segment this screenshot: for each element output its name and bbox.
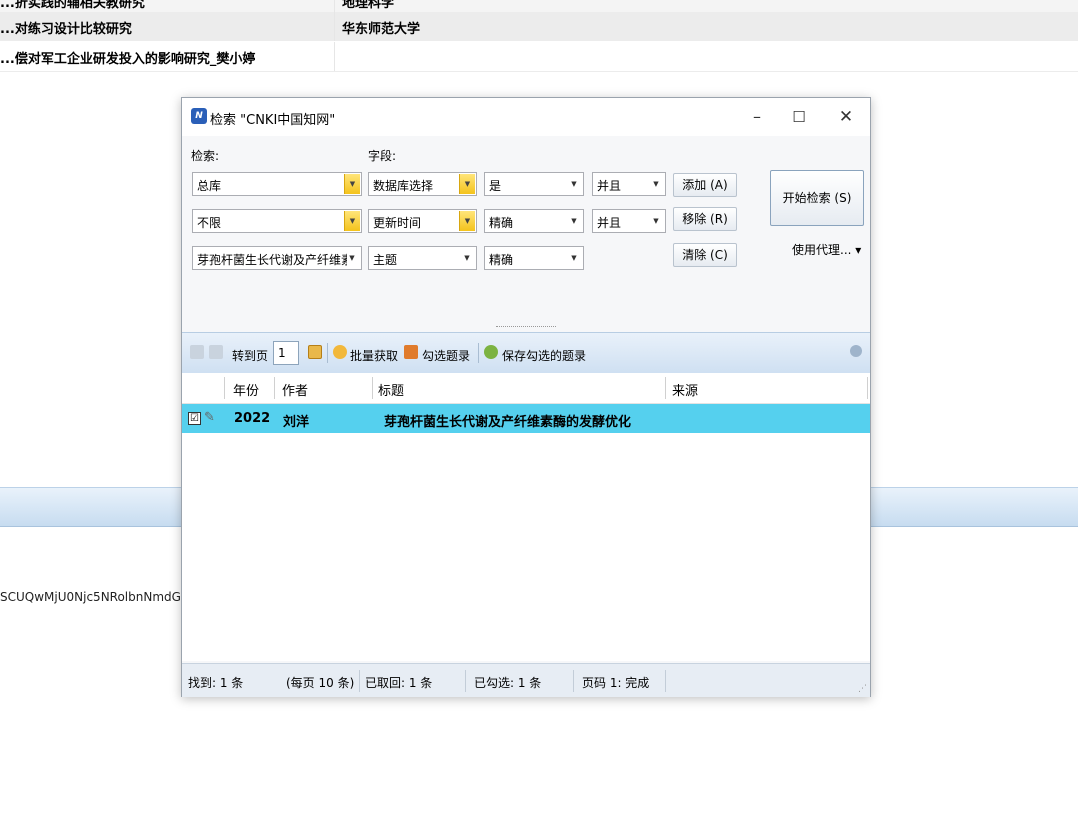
combo-value: 不限 <box>197 216 222 230</box>
chevron-down-icon[interactable]: ▼ <box>567 248 581 268</box>
status-bar: 找到: 1 条 (每页 10 条) 已取回: 1 条 已勾选: 1 条 页码 1… <box>182 663 870 697</box>
match-combo-1[interactable]: 是 ▼ <box>484 172 584 196</box>
combo-value: 精确 <box>489 216 514 230</box>
match-combo-2[interactable]: 精确 ▼ <box>484 209 584 233</box>
chevron-down-icon[interactable]: ▼ <box>344 174 360 194</box>
combo-value: 数据库选择 <box>373 179 434 193</box>
previous-page-icon[interactable] <box>209 345 223 359</box>
chevron-down-icon[interactable]: ▼ <box>649 174 663 194</box>
search-term-combo-2[interactable]: 不限 ▼ <box>192 209 362 233</box>
page-number-input[interactable]: 1 <box>273 341 299 365</box>
background-table-row[interactable]: ...对练习设计比较研究 华东师范大学 <box>0 12 1078 41</box>
column-source[interactable]: 来源 <box>672 380 698 399</box>
clear-button[interactable]: 清除 (C) <box>673 243 737 267</box>
cell-author: 刘洋 <box>283 415 310 430</box>
close-button[interactable]: ✕ <box>825 103 867 131</box>
go-page-icon[interactable] <box>308 345 322 359</box>
background-cell-source: 地理科学 <box>342 0 395 11</box>
combo-value: 主题 <box>373 253 398 267</box>
chevron-down-icon[interactable]: ▼ <box>567 211 581 231</box>
logic-combo-1[interactable]: 并且 ▼ <box>592 172 666 196</box>
background-code-text: SCUQwMjU0Njc5NRolbnNmdG: <box>0 590 185 604</box>
cnki-app-icon: N <box>191 108 207 124</box>
use-proxy-dropdown[interactable]: 使用代理... ▾ <box>792 241 861 258</box>
search-label: 检索: <box>191 149 220 163</box>
add-button[interactable]: 添加 (A) <box>673 173 737 197</box>
status-checked: 已勾选: 1 条 <box>474 676 542 690</box>
chevron-down-icon[interactable]: ▼ <box>567 174 581 194</box>
batch-fetch-button[interactable]: 批量获取 <box>350 347 398 364</box>
save-checked-records-button[interactable]: 保存勾选的题录 <box>502 347 586 364</box>
match-combo-3[interactable]: 精确 ▼ <box>484 246 584 270</box>
goto-page-label: 转到页 <box>232 349 269 363</box>
combo-value: 是 <box>489 179 502 193</box>
resize-grip-icon[interactable]: ⋰ <box>858 684 867 694</box>
cell-title: 芽孢杆菌生长代谢及产纤维素酶的发酵优化 <box>384 415 632 430</box>
grid-header: 年份 作者 标题 来源 <box>182 373 870 404</box>
status-per-page: (每页 10 条) <box>286 676 355 690</box>
combo-value: 并且 <box>597 179 622 193</box>
results-toolbar: 转到页 1 批量获取 勾选题录 保存勾选的题录 <box>182 332 870 374</box>
background-cell-source: 华东师范大学 <box>342 22 421 37</box>
background-cell-title: ...折实践的辅相关教研究 <box>0 0 145 11</box>
chevron-down-icon[interactable]: ▼ <box>459 211 475 231</box>
chevron-down-icon[interactable]: ▼ <box>649 211 663 231</box>
chevron-down-icon[interactable]: ▼ <box>344 211 360 231</box>
batch-fetch-icon[interactable] <box>333 345 347 359</box>
attachment-icon: ✎ <box>204 410 215 425</box>
combo-value: 总库 <box>197 179 222 193</box>
row-checkbox[interactable]: ☑ <box>188 412 201 425</box>
dialog-title: 检索 "CNKI中国知网" <box>210 113 336 128</box>
column-author[interactable]: 作者 <box>282 380 308 399</box>
search-term-combo-3[interactable]: 芽孢杆菌生长代谢及产纤维素 ▼ <box>192 246 362 270</box>
combo-value: 芽孢杆菌生长代谢及产纤维素 <box>197 253 347 267</box>
field-combo-2[interactable]: 更新时间 ▼ <box>368 209 477 233</box>
start-search-button[interactable]: 开始检索 (S) <box>770 170 864 226</box>
field-label: 字段: <box>368 149 397 163</box>
search-term-combo-1[interactable]: 总库 ▼ <box>192 172 362 196</box>
cnki-search-dialog: N 检索 "CNKI中国知网" – ☐ ✕ 检索: 字段: 总库 ▼ 数据库选择… <box>181 97 871 697</box>
maximize-button[interactable]: ☐ <box>778 103 820 131</box>
background-cell-title: ...对练习设计比较研究 <box>0 22 132 37</box>
chevron-down-icon[interactable]: ▼ <box>459 174 475 194</box>
save-records-icon[interactable] <box>484 345 498 359</box>
minimize-button[interactable]: – <box>736 103 778 131</box>
chevron-down-icon[interactable]: ▼ <box>460 248 474 268</box>
dialog-titlebar[interactable]: N 检索 "CNKI中国知网" – ☐ ✕ <box>182 98 870 136</box>
background-cell-title: ...偿对军工企业研发投入的影响研究_樊小婷 <box>0 52 256 67</box>
background-table-row[interactable]: ...偿对军工企业研发投入的影响研究_樊小婷 <box>0 42 1078 72</box>
status-page: 页码 1: 完成 <box>582 676 650 690</box>
field-combo-1[interactable]: 数据库选择 ▼ <box>368 172 477 196</box>
column-year[interactable]: 年份 <box>233 380 259 399</box>
status-fetched: 已取回: 1 条 <box>365 676 433 690</box>
remove-button[interactable]: 移除 (R) <box>673 207 737 231</box>
status-found: 找到: 1 条 <box>188 676 244 690</box>
check-records-icon[interactable] <box>404 345 418 359</box>
splitter-grip[interactable] <box>496 326 556 327</box>
table-row[interactable]: ☑ ✎ 2022 刘洋 芽孢杆菌生长代谢及产纤维素酶的发酵优化 <box>182 404 870 433</box>
combo-value: 精确 <box>489 253 514 267</box>
check-records-button[interactable]: 勾选题录 <box>422 347 470 364</box>
chevron-down-icon[interactable]: ▼ <box>345 248 359 268</box>
column-title[interactable]: 标题 <box>378 380 404 399</box>
field-combo-3[interactable]: 主题 ▼ <box>368 246 477 270</box>
first-page-icon[interactable] <box>190 345 204 359</box>
combo-value: 更新时间 <box>373 216 422 230</box>
clear-filter-icon[interactable] <box>850 345 862 357</box>
logic-combo-2[interactable]: 并且 ▼ <box>592 209 666 233</box>
results-grid: 年份 作者 标题 来源 ☑ ✎ 2022 刘洋 芽孢杆菌生长代谢及产纤维素酶的发… <box>182 373 870 661</box>
combo-value: 并且 <box>597 216 622 230</box>
cell-year: 2022 <box>234 411 271 426</box>
